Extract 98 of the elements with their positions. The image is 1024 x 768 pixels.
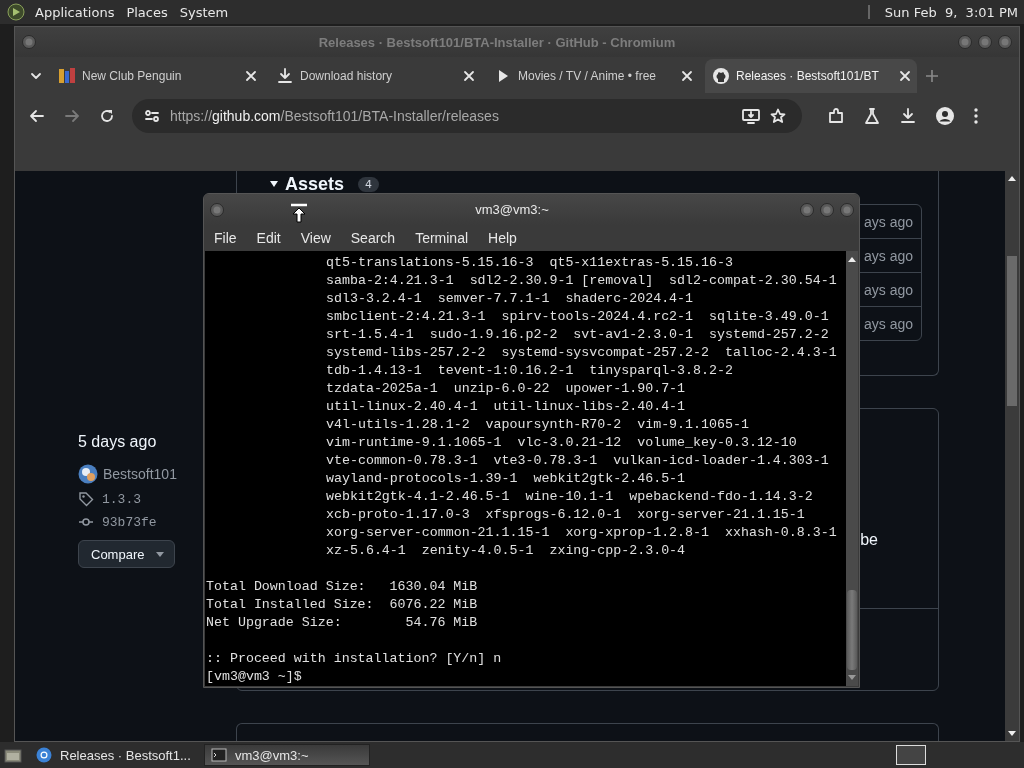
- compare-button[interactable]: Compare: [78, 540, 176, 568]
- close-icon[interactable]: [245, 70, 257, 82]
- taskbar-button[interactable]: vm3@vm3:~: [204, 744, 370, 766]
- asset-date: ays ago: [863, 247, 913, 264]
- install-app-icon[interactable]: [742, 108, 760, 124]
- terminal-line: tdb-1.4.13-1 tevent-1:0.16.2-1 tinysparql-3.8.2-2: [325, 362, 734, 380]
- window-title: vm3@vm3:~: [475, 202, 549, 217]
- terminal-line: qt5-translations-5.15.16-3 qt5-x11extras-5.15.16-3: [325, 254, 734, 272]
- tag-link[interactable]: 1.3.3: [102, 491, 141, 507]
- site-settings-icon[interactable]: [144, 108, 160, 124]
- window-title: Releases · Bestsoft101/BTA-Installer · GitHub - Chromium: [317, 34, 677, 50]
- terminal-line: Total Installed Size: 6076.22 MiB: [206, 596, 479, 614]
- menu-item[interactable]: View: [300, 230, 331, 246]
- new-tab-icon[interactable]: [925, 69, 939, 83]
- terminal-line: xz-5.6.4-1 zenity-4.0.5-1 zxing-cpp-2.3.0-4: [325, 542, 687, 560]
- window-control-icon[interactable]: [819, 201, 835, 218]
- terminal-scrollbar[interactable]: [846, 251, 858, 686]
- terminal-line: systemd-libs-257.2-2 systemd-sysvcompat-257.2-2 talloc-2.4.3-1: [325, 344, 838, 362]
- terminal-line: samba-2:4.21.3-1 sdl2-2.30.9-1 [removal] sdl2-compat-2.30.54-1: [325, 272, 838, 290]
- terminal-line: Total Download Size: 1630.04 MiB: [206, 578, 479, 596]
- panel-clock[interactable]: Sun Feb 9, 3:01 PM: [884, 4, 1018, 20]
- window-control-icon[interactable]: [997, 34, 1013, 50]
- terminal-line: vim-runtime-9.1.1065-1 vlc-3.0.21-12 volume_key-0.3.12-10: [325, 434, 798, 452]
- menu-item[interactable]: Edit: [256, 230, 281, 246]
- up-arrow-bar-icon: [290, 203, 308, 223]
- download-icon: [276, 67, 294, 85]
- download-icon[interactable]: [899, 107, 917, 125]
- show-desktop-icon[interactable]: [4, 747, 22, 763]
- terminal-line: Net Upgrade Size: 54.76 MiB: [206, 614, 479, 632]
- menu-icon[interactable]: [973, 107, 979, 125]
- terminal-line: v4l-utils-1.28.1-2 vapoursynth-R70-2 vim-9.1.1065-1: [325, 416, 750, 434]
- flask-icon[interactable]: [863, 107, 881, 125]
- menu-item[interactable]: File: [214, 230, 237, 246]
- taskbar-button[interactable]: Releases · Bestsoft1...: [30, 744, 196, 766]
- terminal-line: util-linux-2.40.4-1 util-linux-libs-2.40.4-1: [325, 398, 687, 416]
- terminal-line: xcb-proto-1.17.0-3 xfsprogs-6.12.0-1 xorg-server-21.1.15-1: [325, 506, 806, 524]
- close-icon[interactable]: [463, 70, 475, 82]
- window-menu-icon[interactable]: [21, 34, 37, 50]
- release-text: be: [860, 531, 878, 549]
- address-bar[interactable]: https://github.com/Bestsoft101/BTA-Installer/releases: [132, 99, 802, 133]
- terminal-line: wayland-protocols-1.39-1 webkit2gtk-2.46.5-1: [325, 470, 687, 488]
- profile-icon[interactable]: [935, 106, 955, 126]
- distro-logo-icon[interactable]: [7, 3, 25, 21]
- panel-menu[interactable]: Applications: [35, 4, 115, 20]
- window-menu-icon[interactable]: [209, 201, 225, 218]
- terminal-line: xorg-server-common-21.1.15-1 xorg-xprop-1.2.8-1 xxhash-0.8.3-1: [325, 524, 838, 542]
- terminal-line: tzdata-2025a-1 unzip-6.0-22 upower-1.90.7-1: [325, 380, 687, 398]
- browser-tab[interactable]: New Club Penguin: [51, 59, 263, 93]
- panel-menu[interactable]: System: [179, 4, 229, 20]
- window-control-icon[interactable]: [839, 201, 855, 218]
- back-icon[interactable]: [29, 108, 45, 124]
- browser-tab[interactable]: Releases · Bestsoft101/BT: [705, 59, 917, 93]
- round-logo-icon: [36, 747, 52, 763]
- window-control-icon[interactable]: [799, 201, 815, 218]
- scroll-thumb[interactable]: [1007, 256, 1017, 406]
- window-control-icon[interactable]: [957, 34, 973, 50]
- count-badge: 4: [358, 176, 380, 192]
- scroll-up-icon[interactable]: [847, 255, 857, 263]
- bookmark-star-icon[interactable]: [770, 108, 786, 124]
- avatar-icon[interactable]: [78, 464, 98, 484]
- scroll-thumb[interactable]: [847, 590, 857, 670]
- url-text: https://github.com/Bestsoft101/BTA-Installer/releases: [170, 108, 500, 124]
- extensions-icon[interactable]: [827, 107, 845, 125]
- close-icon[interactable]: [899, 70, 911, 82]
- panel-menu[interactable]: Places: [126, 4, 168, 20]
- browser-tab[interactable]: Download history: [269, 59, 481, 93]
- menu-item[interactable]: Help: [488, 230, 517, 246]
- terminal-line: [vm3@vm3 ~]$: [206, 668, 303, 686]
- browser-tab[interactable]: Movies / TV / Anime • free: [487, 59, 699, 93]
- asset-date: ays ago: [863, 281, 913, 298]
- expand-triangle-icon[interactable]: [269, 179, 279, 189]
- site-favicon-icon: [58, 67, 76, 85]
- commit-link[interactable]: 93b73fe: [102, 514, 157, 530]
- asset-date: ays ago: [863, 213, 913, 230]
- cat-logo-icon: [712, 67, 730, 85]
- menu-item[interactable]: Terminal: [415, 230, 469, 246]
- author-link[interactable]: Bestsoft101: [103, 466, 177, 482]
- close-icon[interactable]: [681, 70, 693, 82]
- workspace-switcher[interactable]: [896, 745, 926, 765]
- terminal-line: srt-1.5.4-1 sudo-1.9.16.p2-2 svt-av1-2.3.0-1 systemd-257.2-2: [325, 326, 830, 344]
- caret-icon: [156, 551, 165, 557]
- terminal-line: :: Proceed with installation? [Y/n] n: [206, 650, 503, 668]
- terminal-line: smbclient-2:4.21.3-1 spirv-tools-2024.4.rc2-1 sqlite-3.49.0-1: [325, 308, 830, 326]
- terminal-line: vte-common-0.78.3-1 vte3-0.78.3-1 vulkan-icd-loader-1.4.303-1: [325, 452, 830, 470]
- release-date: 5 days ago: [78, 433, 158, 451]
- panel-handle-icon: [867, 3, 871, 21]
- reload-icon[interactable]: [99, 108, 115, 124]
- asset-date: ays ago: [863, 315, 913, 332]
- terminal-line: webkit2gtk-4.1-2.46.5-1 wine-10.1-1 wpebackend-fdo-1.14.3-2: [325, 488, 814, 506]
- scroll-up-icon[interactable]: [1007, 174, 1017, 182]
- forward-icon[interactable]: [64, 108, 80, 124]
- menu-item[interactable]: Search: [350, 230, 396, 246]
- terminal-icon: [211, 747, 227, 763]
- terminal-line: sdl3-3.2.4-1 semver-7.7.1-1 shaderc-2024.4-1: [325, 290, 695, 308]
- window-control-icon[interactable]: [977, 34, 993, 50]
- assets-heading[interactable]: Assets: [285, 173, 345, 195]
- tag-icon: [78, 491, 94, 507]
- scroll-down-icon[interactable]: [1007, 730, 1017, 738]
